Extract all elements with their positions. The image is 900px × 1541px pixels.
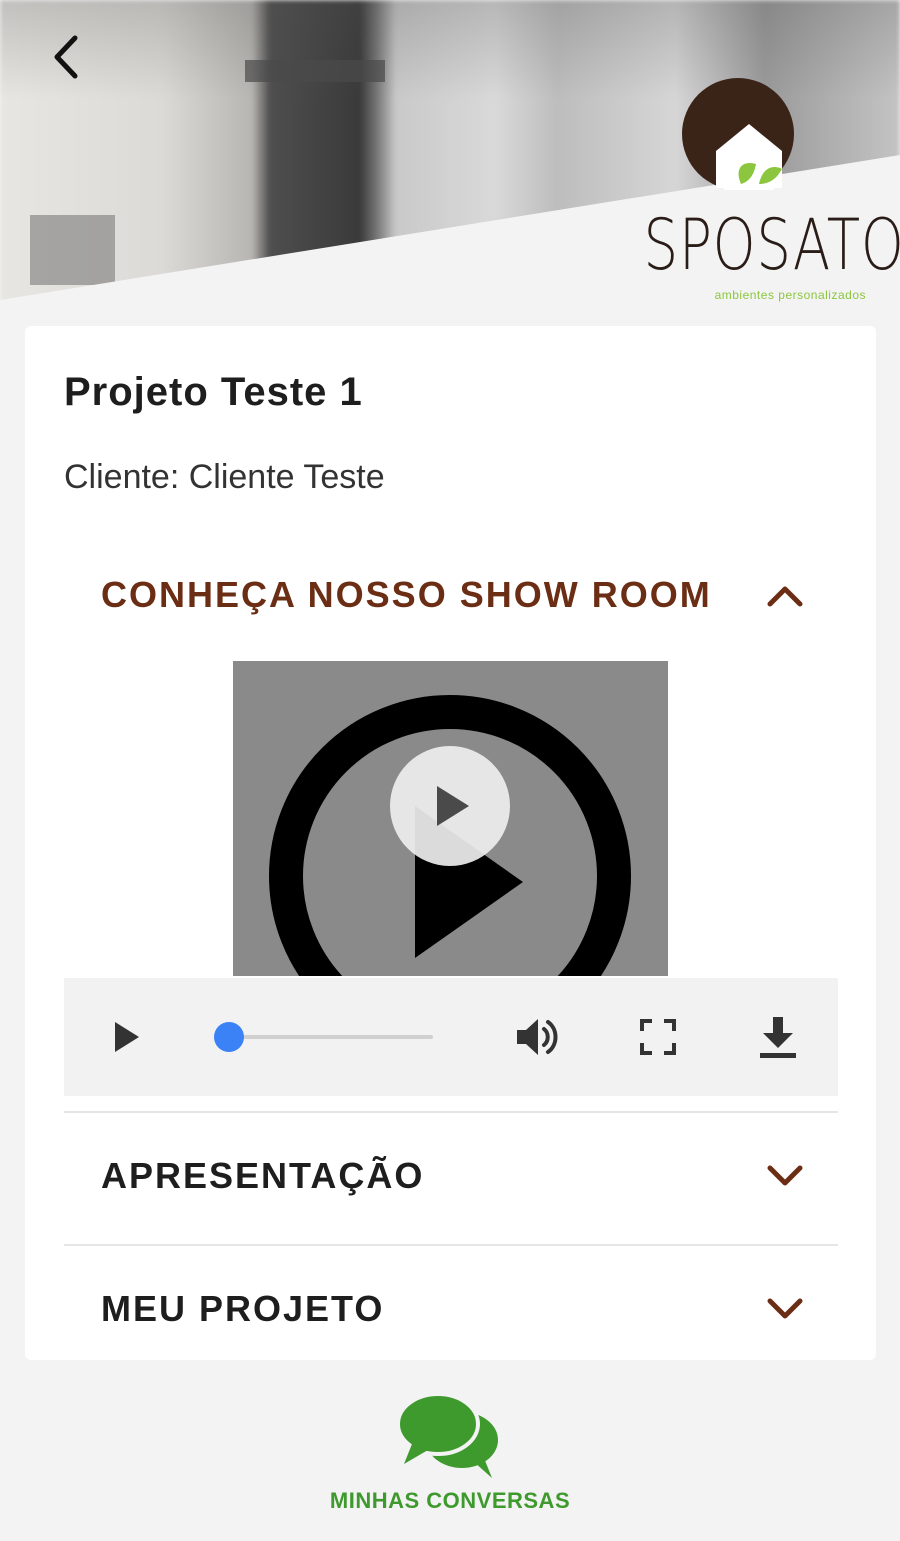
accordion-showroom-header[interactable]: CONHEÇA NOSSO SHOW ROOM (64, 542, 838, 652)
background-block (30, 215, 115, 285)
accordion-apresentacao-header[interactable]: APRESENTAÇÃO (64, 1123, 838, 1233)
chevron-up-icon (767, 586, 803, 607)
logo-tagline: ambientes personalizados (714, 288, 866, 302)
project-card: Projeto Teste 1 Cliente: Cliente Teste C… (25, 326, 876, 1360)
play-icon (437, 786, 469, 826)
accordion-meu-projeto-header[interactable]: MEU PROJETO (64, 1256, 838, 1366)
seek-thumb[interactable] (214, 1022, 244, 1052)
client-name: Cliente: Cliente Teste (64, 458, 385, 496)
back-button[interactable] (40, 30, 94, 84)
chevron-down-icon (767, 1165, 803, 1186)
fullscreen-icon (640, 1019, 676, 1055)
house-leaf-icon (682, 78, 794, 190)
divider (64, 1244, 838, 1246)
project-title: Projeto Teste 1 (64, 370, 363, 414)
minhas-conversas-button[interactable]: MINHAS CONVERSAS (310, 1392, 590, 1522)
video-controls-bar (64, 978, 838, 1096)
video-player[interactable] (233, 661, 668, 976)
accordion-apresentacao-label: APRESENTAÇÃO (101, 1155, 425, 1196)
fullscreen-button[interactable] (631, 1010, 685, 1064)
chevron-down-icon (767, 1298, 803, 1319)
chat-bubbles-icon (398, 1392, 498, 1478)
volume-icon (517, 1019, 558, 1055)
header: SPOSATO ambientes personalizados (0, 0, 900, 330)
seek-bar[interactable] (228, 1035, 433, 1039)
background-shelf (245, 60, 385, 82)
chevron-left-icon (54, 35, 78, 79)
volume-button[interactable] (510, 1010, 564, 1064)
download-button[interactable] (751, 1010, 805, 1064)
sposato-logo: SPOSATO ambientes personalizados (616, 76, 900, 306)
play-button[interactable] (100, 1012, 150, 1062)
logo-wordmark: SPOSATO (643, 204, 900, 286)
minhas-conversas-label: MINHAS CONVERSAS (329, 1488, 571, 1513)
accordion-showroom-label: CONHEÇA NOSSO SHOW ROOM (101, 574, 712, 615)
play-icon (115, 1022, 139, 1052)
video-play-overlay-button[interactable] (390, 746, 510, 866)
download-icon (760, 1017, 796, 1058)
accordion-meu-projeto-label: MEU PROJETO (101, 1288, 385, 1329)
divider (64, 1111, 838, 1113)
